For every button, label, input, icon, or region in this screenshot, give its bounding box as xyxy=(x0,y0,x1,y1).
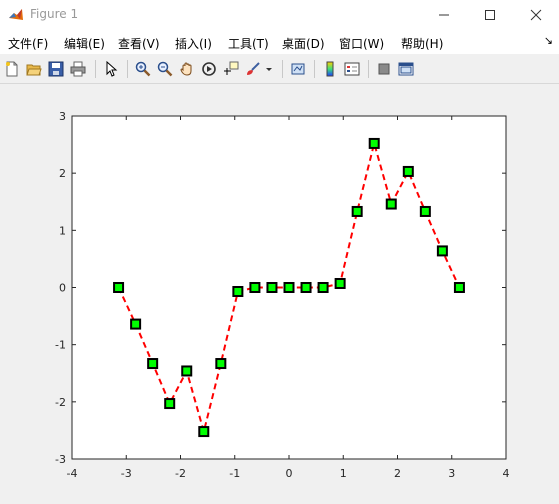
zoom-in-icon[interactable] xyxy=(133,59,153,79)
y-tick-label: 3 xyxy=(59,110,66,123)
x-tick-label: 0 xyxy=(286,467,293,480)
maximize-button[interactable] xyxy=(467,0,513,30)
brush-icon[interactable] xyxy=(243,59,263,79)
data-point-marker[interactable] xyxy=(198,426,210,438)
colorbar-icon[interactable] xyxy=(320,59,340,79)
toolbar-separator xyxy=(127,60,128,78)
legend-icon[interactable] xyxy=(342,59,362,79)
y-tick-label: -2 xyxy=(55,396,66,409)
window-title: Figure 1 xyxy=(30,7,79,21)
data-point-marker[interactable] xyxy=(368,137,380,149)
close-icon xyxy=(530,9,542,21)
y-tick-label: -3 xyxy=(55,453,66,466)
matlab-logo-icon xyxy=(8,7,24,23)
open-file-icon[interactable] xyxy=(24,59,44,79)
y-tick-label: 1 xyxy=(59,224,66,237)
x-tick-label: 4 xyxy=(503,467,510,480)
data-point-marker[interactable] xyxy=(419,205,431,217)
data-point-marker[interactable] xyxy=(130,318,142,330)
data-point-marker[interactable] xyxy=(402,165,414,177)
data-point-marker[interactable] xyxy=(266,282,278,293)
show-plot-tools-icon[interactable] xyxy=(396,59,416,79)
pan-icon[interactable] xyxy=(177,59,197,79)
menu-edit[interactable]: 编辑(E) xyxy=(64,35,105,52)
data-point-marker[interactable] xyxy=(215,358,227,370)
rotate-3d-icon[interactable] xyxy=(199,59,219,79)
y-tick-label: 0 xyxy=(59,282,66,295)
hide-plot-tools-icon[interactable] xyxy=(374,59,394,79)
y-tick-label: -1 xyxy=(55,339,66,352)
link-plot-icon[interactable] xyxy=(288,59,308,79)
data-point-marker[interactable] xyxy=(147,358,159,370)
print-icon[interactable] xyxy=(68,59,88,79)
toolbar-separator xyxy=(95,60,96,78)
menu-file[interactable]: 文件(F) xyxy=(8,35,48,52)
data-point-marker[interactable] xyxy=(113,282,125,293)
x-tick-label: -2 xyxy=(175,467,186,480)
data-point-marker[interactable] xyxy=(351,205,363,217)
data-cursor-icon[interactable] xyxy=(221,59,241,79)
data-point-marker[interactable] xyxy=(249,282,261,293)
minimize-button[interactable] xyxy=(421,0,467,30)
brush-dropdown-icon[interactable] xyxy=(263,59,275,79)
maximize-icon xyxy=(485,10,495,20)
x-tick-label: -1 xyxy=(229,467,240,480)
menu-help[interactable]: 帮助(H) xyxy=(401,35,443,52)
data-point-marker[interactable] xyxy=(181,365,193,377)
data-point-marker[interactable] xyxy=(317,282,329,293)
save-icon[interactable] xyxy=(46,59,66,79)
data-point-marker[interactable] xyxy=(232,286,244,298)
zoom-out-icon[interactable] xyxy=(155,59,175,79)
line-chart[interactable]: -4 -3 -2 -1 0 1 2 3 4 3210-1-2-3 xyxy=(0,85,559,504)
data-point-marker[interactable] xyxy=(300,282,312,293)
menu-bar: 文件(F) 编辑(E) 查看(V) 插入(I) 工具(T) 桌面(D) 窗口(W… xyxy=(0,30,559,54)
toolbar-separator xyxy=(314,60,315,78)
y-tick-label: 2 xyxy=(59,167,66,180)
menu-window[interactable]: 窗口(W) xyxy=(339,35,384,52)
minimize-icon xyxy=(439,14,449,16)
x-tick-label: 3 xyxy=(448,467,455,480)
x-tick-label: 2 xyxy=(394,467,401,480)
x-tick-label: -3 xyxy=(121,467,132,480)
menu-insert[interactable]: 插入(I) xyxy=(175,35,212,52)
data-point-marker[interactable] xyxy=(436,245,448,257)
toolbar-separator xyxy=(368,60,369,78)
close-button[interactable] xyxy=(513,0,559,30)
figure-canvas: -4 -3 -2 -1 0 1 2 3 4 3 2 1 0 -1 -2 -3 xyxy=(0,85,559,504)
menu-overflow-icon[interactable]: ↘ xyxy=(544,34,553,47)
data-point-marker[interactable] xyxy=(283,282,295,293)
new-figure-icon[interactable] xyxy=(2,59,22,79)
menu-tools[interactable]: 工具(T) xyxy=(228,35,269,52)
data-point-marker[interactable] xyxy=(385,198,397,210)
x-tick-label: -4 xyxy=(67,467,78,480)
data-point-marker[interactable] xyxy=(334,277,346,289)
data-point-marker[interactable] xyxy=(164,398,176,410)
pointer-icon[interactable] xyxy=(101,59,121,79)
data-point-marker[interactable] xyxy=(453,282,465,293)
menu-view[interactable]: 查看(V) xyxy=(118,35,160,52)
toolbar-separator xyxy=(282,60,283,78)
toolbar xyxy=(0,54,559,84)
x-tick-label: 1 xyxy=(340,467,347,480)
title-bar: Figure 1 xyxy=(0,0,559,30)
menu-desktop[interactable]: 桌面(D) xyxy=(282,35,325,52)
